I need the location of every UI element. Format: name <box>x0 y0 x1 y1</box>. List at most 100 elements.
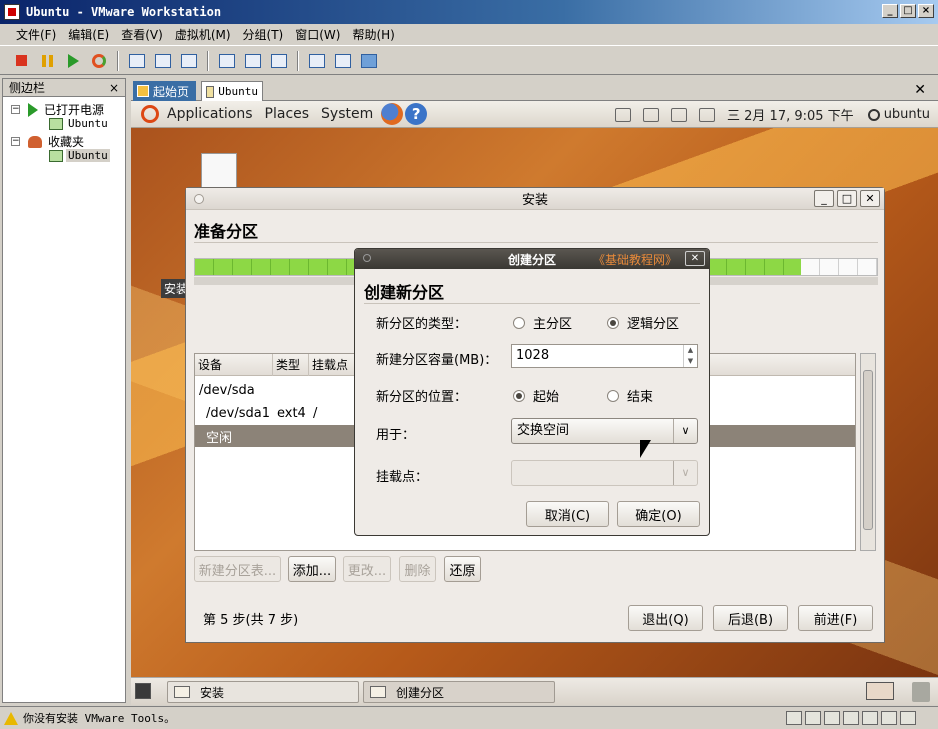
menu-places[interactable]: Places <box>265 106 310 122</box>
mail-icon[interactable] <box>699 107 716 122</box>
vm-icon <box>49 149 63 162</box>
menu-applications[interactable]: Applications <box>167 106 253 122</box>
scroll-thumb[interactable] <box>863 370 873 530</box>
reset-icon <box>92 53 106 68</box>
radio-logical[interactable]: 逻辑分区 <box>607 313 679 332</box>
tree-powered-on[interactable]: − 已打开电源 <box>11 101 104 118</box>
power-icon[interactable] <box>867 108 880 121</box>
maximize-button[interactable]: □ <box>900 4 916 18</box>
tree-favorites[interactable]: − 收藏夹 <box>11 133 84 150</box>
panel-clock[interactable]: 三 2月 17, 9:05 下午 <box>727 105 854 124</box>
sidebar-header: 侧边栏 × <box>3 79 125 97</box>
workspace-switcher[interactable] <box>866 682 894 700</box>
vm-icon <box>49 117 63 130</box>
firefox-icon[interactable] <box>381 103 404 125</box>
mount-point-combo[interactable]: ∨ <box>511 460 698 486</box>
partition-size-spinner[interactable]: 1028 ▲ ▼ <box>511 344 698 368</box>
message-log-icon[interactable] <box>900 711 916 725</box>
summary-view-button[interactable] <box>306 50 328 72</box>
radio-location-begin[interactable]: 起始 <box>513 386 559 405</box>
spinner-arrows-icon[interactable]: ▲ ▼ <box>683 345 697 367</box>
snapshot-manager-button[interactable] <box>178 50 200 72</box>
tab-home[interactable]: 起始页 <box>133 81 196 101</box>
console-view-button[interactable] <box>358 50 380 72</box>
power-off-button[interactable] <box>10 50 32 72</box>
show-desktop-icon[interactable] <box>135 683 151 699</box>
update-icon[interactable] <box>615 107 632 122</box>
radio-primary[interactable]: 主分区 <box>513 313 572 332</box>
revert-snapshot-button[interactable] <box>152 50 174 72</box>
appliance-view-button[interactable] <box>332 50 354 72</box>
installer-close-button[interactable]: ✕ <box>860 190 880 207</box>
tree-vm-ubuntu[interactable]: Ubuntu <box>49 117 110 130</box>
device-sound-icon[interactable] <box>881 711 897 725</box>
pause-icon <box>41 54 53 67</box>
new-partition-table-button[interactable]: 新建分区表... <box>194 556 281 582</box>
menu-file[interactable]: 文件(F) <box>16 26 56 43</box>
stop-icon <box>15 55 27 66</box>
revert-button[interactable]: 还原 <box>444 556 481 582</box>
quick-switch-button[interactable] <box>268 50 290 72</box>
device-cdrom-icon[interactable] <box>805 711 821 725</box>
collapse-icon[interactable]: − <box>11 137 20 146</box>
radio-logical-label: 逻辑分区 <box>627 317 680 332</box>
column-type[interactable]: 类型 <box>273 353 309 376</box>
device-network-icon[interactable] <box>843 711 859 725</box>
quit-button[interactable]: 退出(Q) <box>628 605 703 631</box>
panel-user[interactable]: ubuntu <box>884 107 930 122</box>
device-usb-icon[interactable] <box>862 711 878 725</box>
close-button[interactable]: × <box>918 4 934 18</box>
tab-close-icon[interactable]: ✕ <box>914 82 926 98</box>
delete-partition-button[interactable]: 删除 <box>399 556 436 582</box>
vmware-icon <box>4 4 20 20</box>
taskbar-create-label: 创建分区 <box>396 685 445 700</box>
dialog-close-button[interactable]: ✕ <box>685 251 705 266</box>
menu-help[interactable]: 帮助(H) <box>352 26 394 43</box>
back-button[interactable]: 后退(B) <box>713 605 788 631</box>
sidebar-toggle-button[interactable] <box>216 50 238 72</box>
help-icon[interactable]: ? <box>405 103 428 125</box>
taskbar-item-create-partition[interactable]: 创建分区 <box>363 681 555 703</box>
device-hdd-icon[interactable] <box>786 711 802 725</box>
window-menu-icon[interactable] <box>363 254 371 262</box>
installer-minimize-button[interactable]: _ <box>814 190 834 207</box>
sidebar-close-icon[interactable]: × <box>109 81 119 95</box>
tab-ubuntu[interactable]: Ubuntu <box>201 81 263 101</box>
taskbar-item-install[interactable]: 安装 <box>167 681 359 703</box>
window-menu-icon[interactable] <box>194 194 204 204</box>
collapse-icon[interactable]: − <box>11 105 20 114</box>
device-floppy-icon[interactable] <box>824 711 840 725</box>
menu-team[interactable]: 分组(T) <box>243 26 284 43</box>
trash-icon[interactable] <box>912 682 930 702</box>
minimize-button[interactable]: _ <box>882 4 898 18</box>
menu-vm[interactable]: 虚拟机(M) <box>175 26 231 43</box>
menu-window[interactable]: 窗口(W) <box>295 26 340 43</box>
ok-button[interactable]: 确定(O) <box>617 501 700 527</box>
cancel-button[interactable]: 取消(C) <box>526 501 609 527</box>
snapshot-button[interactable] <box>126 50 148 72</box>
volume-icon[interactable] <box>671 107 688 122</box>
add-partition-button[interactable]: 添加... <box>288 556 336 582</box>
power-on-button[interactable] <box>62 50 84 72</box>
installer-maximize-button[interactable]: □ <box>837 190 857 207</box>
radio-icon <box>513 316 525 329</box>
installer-titlebar: 安装 _ □ ✕ <box>186 188 884 210</box>
watermark-text: 《基础教程网》 <box>592 253 677 267</box>
forward-button[interactable]: 前进(F) <box>798 605 873 631</box>
guest-desktop[interactable]: Applications Places System ? 三 2月 17, 9:… <box>131 101 938 677</box>
change-partition-button[interactable]: 更改... <box>343 556 391 582</box>
menu-view[interactable]: 查看(V) <box>121 26 163 43</box>
menu-edit[interactable]: 编辑(E) <box>68 26 109 43</box>
reset-button[interactable] <box>88 50 110 72</box>
tree-favorite-ubuntu[interactable]: Ubuntu <box>49 149 110 162</box>
full-screen-button[interactable] <box>242 50 264 72</box>
radio-location-end[interactable]: 结束 <box>607 386 653 405</box>
table-scrollbar[interactable] <box>860 353 876 551</box>
use-as-value: 交换空间 <box>517 423 570 438</box>
menu-system[interactable]: System <box>321 106 373 122</box>
suspend-button[interactable] <box>36 50 58 72</box>
cell-device: /dev/sda <box>199 382 255 398</box>
use-as-combo[interactable]: 交换空间 ∨ <box>511 418 698 444</box>
network-icon[interactable] <box>643 107 660 122</box>
column-device[interactable]: 设备 <box>195 353 273 376</box>
